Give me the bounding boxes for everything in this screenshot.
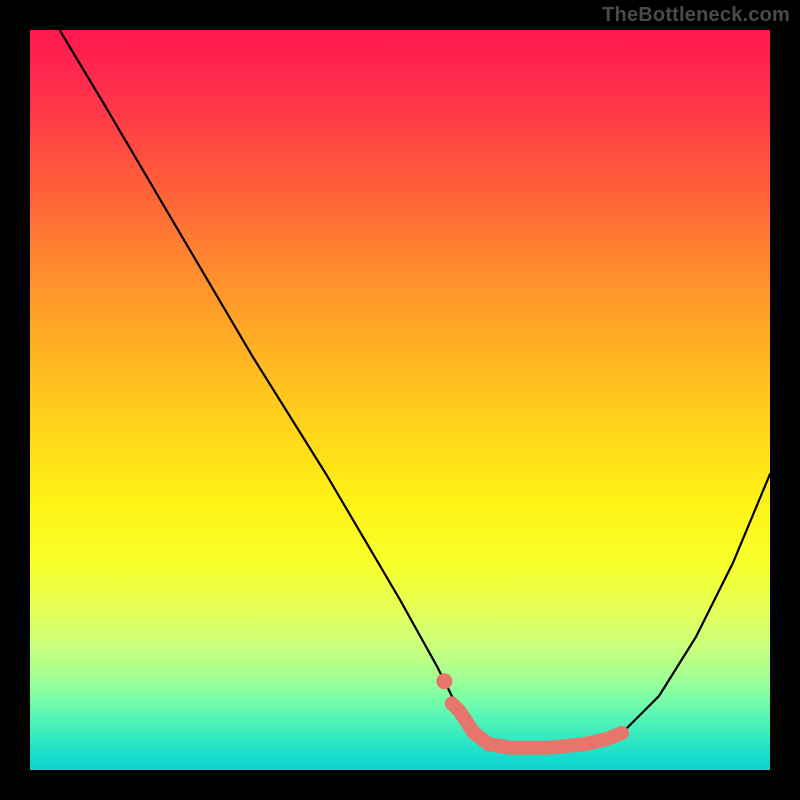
plot-area	[30, 30, 770, 770]
main-curve	[60, 30, 770, 748]
curve-layer	[30, 30, 770, 770]
highlight-dot	[436, 673, 452, 689]
highlight-segment	[452, 703, 622, 747]
watermark-text: TheBottleneck.com	[602, 4, 790, 27]
chart-container: TheBottleneck.com	[0, 0, 800, 800]
